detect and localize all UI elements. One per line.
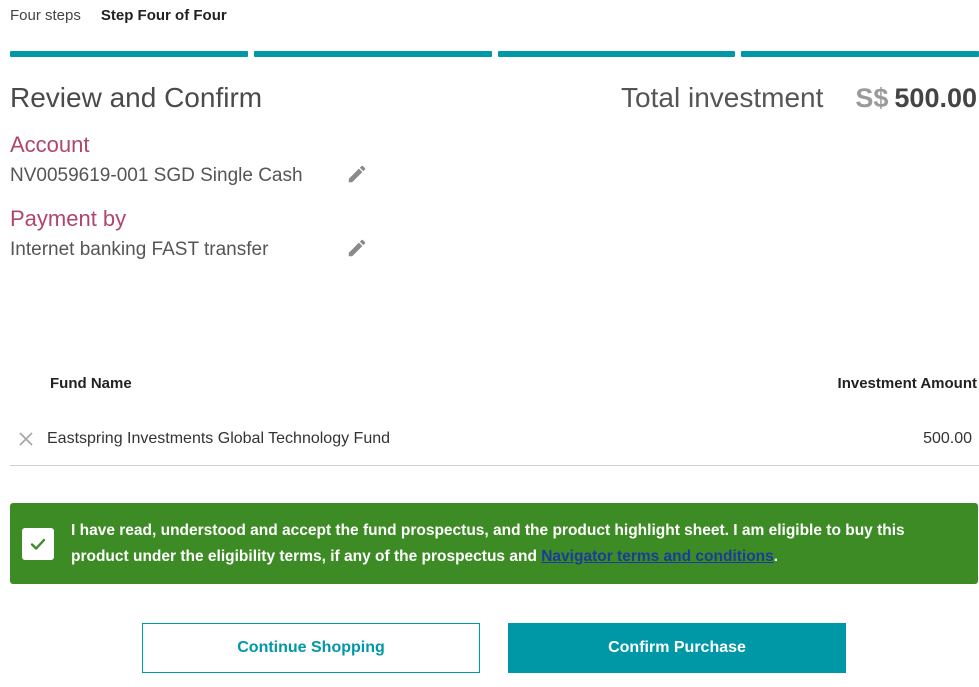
currency-symbol: S$ [855, 83, 889, 113]
consent-banner: I have read, understood and accept the f… [10, 503, 978, 584]
check-icon [30, 538, 46, 550]
page-title: Review and Confirm [10, 82, 263, 113]
progress-segment-2 [253, 51, 492, 57]
account-label: Account [10, 132, 90, 157]
current-step-label: Step Four of Four [100, 7, 227, 24]
payment-value: Internet banking FAST transfer [10, 239, 269, 260]
remove-fund-close-icon[interactable] [18, 431, 34, 447]
fund-table-header: Fund Name Investment Amount [10, 375, 979, 397]
account-value: NV0059619-001 SGD Single Cash [10, 165, 303, 186]
step-indicator: Four steps Step Four of Four [10, 7, 227, 24]
terms-link[interactable]: Navigator terms and conditions [541, 548, 774, 565]
table-row: Eastspring Investments Global Technology… [10, 420, 979, 466]
continue-shopping-button[interactable]: Continue Shopping [142, 623, 480, 673]
edit-payment-pencil-icon[interactable] [346, 237, 368, 259]
column-investment-amount: Investment Amount [837, 375, 977, 392]
consent-text-end: . [773, 547, 779, 565]
progress-segment-1 [10, 51, 248, 57]
total-investment-value: S$ 500.00 [855, 83, 977, 114]
payment-label: Payment by [10, 206, 127, 231]
total-amount: 500.00 [894, 83, 977, 113]
column-fund-name: Fund Name [50, 375, 132, 392]
progress-segment-3 [497, 51, 736, 57]
progress-segment-4 [741, 51, 979, 57]
fund-name: Eastspring Investments Global Technology… [47, 430, 391, 447]
edit-account-pencil-icon[interactable] [346, 163, 368, 185]
step-progress-bar [10, 51, 979, 57]
steps-label: Four steps [10, 7, 81, 24]
fund-amount: 500.00 [923, 430, 972, 447]
confirm-purchase-button[interactable]: Confirm Purchase [508, 623, 846, 673]
total-investment-label: Total investment [621, 82, 824, 113]
consent-text: I have read, understood and accept the f… [71, 518, 951, 570]
total-investment: Total investment S$ 500.00 [621, 82, 977, 114]
consent-text-body: I have read, understood and accept the f… [71, 521, 905, 565]
consent-checkbox[interactable] [22, 527, 54, 560]
